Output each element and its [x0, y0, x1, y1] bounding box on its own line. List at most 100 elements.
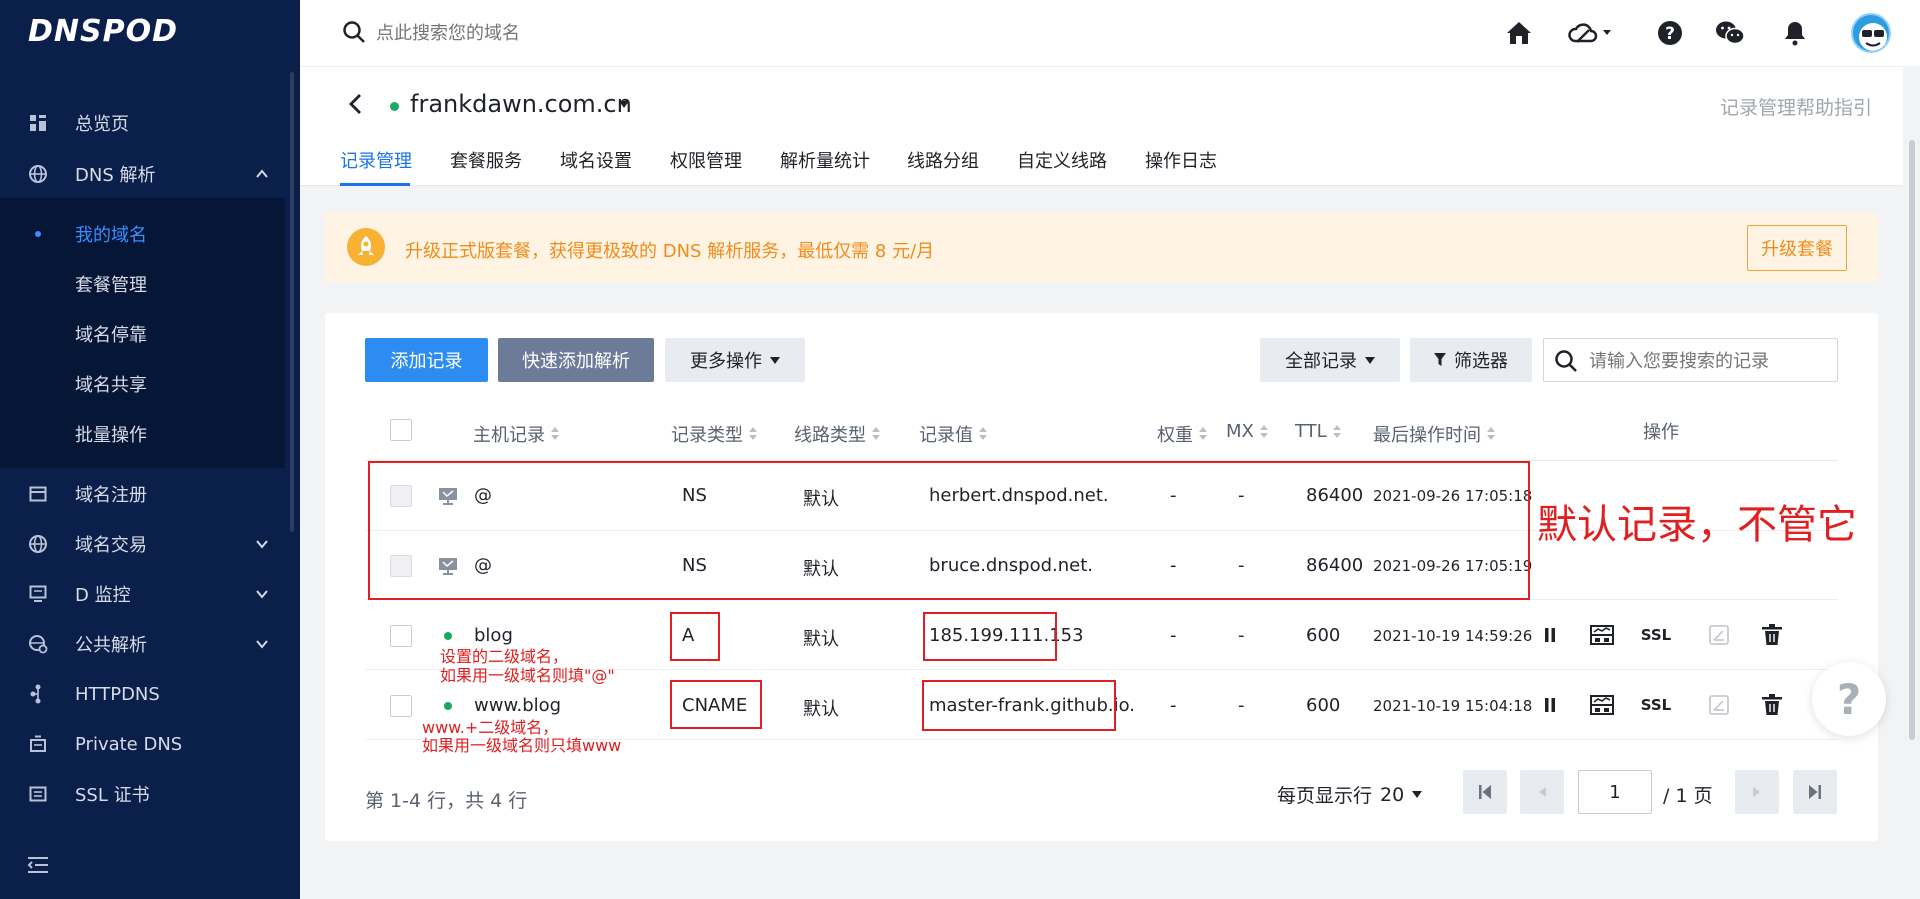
upgrade-plan-button[interactable]: 升级套餐 — [1747, 225, 1847, 271]
certificate-icon — [28, 784, 48, 804]
record-search-box[interactable] — [1543, 338, 1838, 382]
add-record-button[interactable]: 添加记录 — [365, 338, 488, 382]
sidebar-item-httpdns[interactable]: HTTPDNS — [0, 670, 300, 718]
column-header-host[interactable]: 主机记录 — [473, 421, 559, 447]
home-icon[interactable] — [1504, 18, 1534, 48]
domain-dropdown-icon[interactable] — [619, 101, 629, 108]
wechat-icon[interactable] — [1715, 18, 1745, 48]
globe-icon — [28, 164, 48, 184]
cloud-icon[interactable] — [1567, 18, 1613, 48]
select-all-checkbox[interactable] — [390, 419, 412, 441]
search-icon[interactable] — [1554, 349, 1578, 373]
sidebar-item-overview[interactable]: 总览页 — [0, 99, 300, 147]
delete-icon[interactable] — [1759, 692, 1785, 718]
collapse-menu-icon[interactable] — [27, 855, 49, 875]
sidebar-item-plans[interactable]: 套餐管理 — [0, 261, 285, 307]
domain-name[interactable]: frankdawn.com.cn — [410, 90, 632, 118]
first-page-button[interactable] — [1463, 770, 1507, 814]
record-line: 默认 — [803, 699, 839, 720]
row-checkbox[interactable] — [390, 695, 412, 717]
filter-icon — [1434, 353, 1446, 366]
tab-plans[interactable]: 套餐服务 — [450, 147, 522, 173]
back-arrow-icon[interactable] — [345, 92, 367, 116]
all-records-dropdown[interactable]: 全部记录 — [1260, 338, 1400, 382]
filter-button[interactable]: 筛选器 — [1410, 338, 1532, 382]
tab-line-groups[interactable]: 线路分组 — [907, 147, 979, 173]
sidebar-item-batch[interactable]: 批量操作 — [0, 411, 285, 457]
column-header-value[interactable]: 记录值 — [919, 421, 987, 447]
sidebar-item-label: D 监控 — [75, 585, 131, 606]
annotation-box-value-a — [923, 612, 1057, 661]
record-updated: 2021-10-19 14:59:26 — [1373, 627, 1533, 645]
sort-icon[interactable] — [1332, 424, 1341, 439]
chevron-down-icon[interactable] — [255, 637, 269, 651]
row-checkbox[interactable] — [390, 625, 412, 647]
svg-text:?: ? — [1837, 676, 1861, 722]
column-header-weight[interactable]: 权重 — [1157, 421, 1207, 447]
load-balance-icon[interactable] — [1589, 622, 1615, 648]
sidebar-item-sharing[interactable]: 域名共享 — [0, 361, 285, 407]
sidebar-item-domain-registration[interactable]: 域名注册 — [0, 470, 300, 518]
help-icon[interactable]: ? — [1655, 18, 1685, 48]
sort-icon[interactable] — [1199, 427, 1207, 441]
sidebar-scrollbar[interactable] — [290, 72, 294, 532]
tab-operation-log[interactable]: 操作日志 — [1145, 147, 1217, 173]
column-header-type[interactable]: 记录类型 — [671, 421, 757, 447]
tab-statistics[interactable]: 解析量统计 — [780, 147, 870, 173]
quick-add-button[interactable]: 快速添加解析 — [498, 338, 654, 382]
column-header-mx[interactable]: MX — [1226, 421, 1268, 442]
dnspod-logo[interactable]: DNSPOD — [28, 14, 178, 49]
prev-page-button[interactable] — [1520, 770, 1564, 814]
sidebar-item-my-domains[interactable]: 我的域名 — [0, 211, 285, 257]
load-balance-icon[interactable] — [1589, 692, 1615, 718]
sidebar-item-private-dns[interactable]: Private DNS — [0, 720, 300, 768]
ssl-button[interactable]: SSL — [1641, 622, 1672, 648]
floating-help-button[interactable]: ? — [1812, 662, 1886, 736]
domain-search-input[interactable] — [376, 20, 776, 46]
column-header-ttl[interactable]: TTL — [1295, 421, 1341, 442]
header-label: 权重 — [1157, 425, 1193, 446]
pause-icon[interactable] — [1537, 692, 1563, 718]
record-mx: - — [1238, 695, 1245, 716]
tab-permissions[interactable]: 权限管理 — [670, 147, 742, 173]
next-page-button[interactable] — [1735, 770, 1779, 814]
sidebar-item-public-dns[interactable]: 公共解析 — [0, 620, 300, 668]
sort-icon[interactable] — [1487, 427, 1495, 441]
avatar[interactable] — [1851, 13, 1891, 53]
last-page-button[interactable] — [1793, 770, 1837, 814]
tab-custom-lines[interactable]: 自定义线路 — [1017, 147, 1107, 173]
monitor-icon — [28, 584, 48, 604]
header-label: 记录值 — [919, 425, 973, 446]
sort-icon[interactable] — [551, 427, 559, 441]
help-guide-link[interactable]: 记录管理帮助指引 — [1720, 93, 1872, 120]
sort-icon[interactable] — [1259, 424, 1268, 439]
chevron-down-icon[interactable] — [255, 537, 269, 551]
ssl-button[interactable]: SSL — [1641, 692, 1672, 718]
search-icon[interactable] — [342, 20, 366, 44]
sort-icon[interactable] — [979, 427, 987, 441]
chevron-down-icon — [1365, 356, 1375, 364]
per-page-selector[interactable]: 每页显示行 20 — [1277, 781, 1423, 808]
record-search-input[interactable] — [1589, 349, 1829, 373]
tab-domain-settings[interactable]: 域名设置 — [560, 147, 632, 173]
column-header-updated[interactable]: 最后操作时间 — [1373, 421, 1495, 447]
page-scrollbar[interactable] — [1909, 140, 1915, 740]
sidebar-item-d-monitor[interactable]: D 监控 — [0, 570, 300, 618]
sidebar-item-domain-trading[interactable]: 域名交易 — [0, 520, 300, 568]
sidebar-item-label: 我的域名 — [75, 225, 147, 246]
pause-icon[interactable] — [1537, 622, 1563, 648]
sidebar-item-label: Private DNS — [75, 733, 183, 755]
page-number-input[interactable] — [1578, 770, 1652, 814]
sidebar-item-ssl[interactable]: SSL 证书 — [0, 770, 300, 818]
sort-icon[interactable] — [749, 427, 757, 441]
chevron-up-icon[interactable] — [255, 167, 269, 181]
chevron-down-icon[interactable] — [255, 587, 269, 601]
sidebar-item-parking[interactable]: 域名停靠 — [0, 311, 285, 357]
bell-icon[interactable] — [1780, 18, 1810, 48]
more-actions-button[interactable]: 更多操作 — [665, 338, 805, 382]
column-header-line[interactable]: 线路类型 — [794, 421, 880, 447]
tab-records[interactable]: 记录管理 — [340, 147, 412, 173]
sidebar-item-dns[interactable]: DNS 解析 — [0, 150, 300, 198]
delete-icon[interactable] — [1759, 622, 1785, 648]
sort-icon[interactable] — [872, 427, 880, 441]
